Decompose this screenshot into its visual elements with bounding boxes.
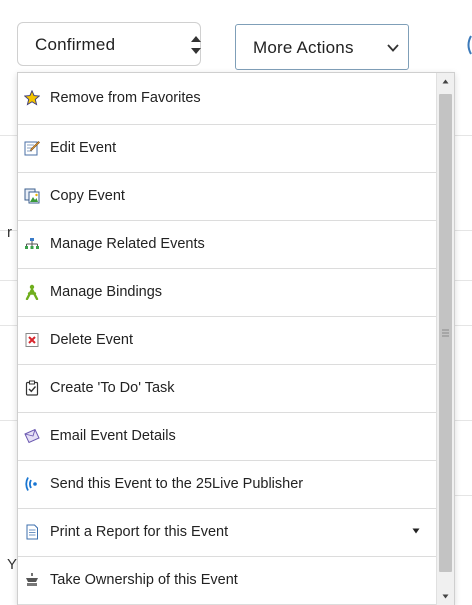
ownership-icon xyxy=(26,572,38,586)
bg-divider xyxy=(0,420,17,421)
scroll-down-arrow-icon[interactable] xyxy=(437,588,454,605)
bg-divider xyxy=(455,230,472,231)
menu-item-label: Email Event Details xyxy=(50,427,176,444)
partial-edge-icon xyxy=(467,35,472,55)
status-select-value: Confirmed xyxy=(35,35,116,54)
menu-item-copy-event[interactable]: Copy Event xyxy=(18,173,436,221)
menu-item-label: Remove from Favorites xyxy=(50,89,201,106)
edit-icon xyxy=(24,140,40,155)
menu-item-label: Print a Report for this Event xyxy=(50,523,229,540)
menu-item-label: Send this Event to the 25Live Publisher xyxy=(50,475,304,492)
bg-divider xyxy=(455,420,472,421)
chevron-down-icon xyxy=(387,44,399,52)
more-actions-label: More Actions xyxy=(253,38,354,57)
bg-divider xyxy=(0,135,17,136)
menu-item-label: Edit Event xyxy=(50,139,117,156)
menu-item-take-ownership[interactable]: Take Ownership of this Event xyxy=(18,557,436,605)
menu-item-edit-event[interactable]: Edit Event xyxy=(18,125,436,173)
menu-item-email-event-details[interactable]: Email Event Details xyxy=(18,413,436,461)
report-icon xyxy=(26,524,38,539)
hierarchy-icon xyxy=(25,237,39,249)
bg-divider xyxy=(455,280,472,281)
bindings-icon xyxy=(25,284,39,300)
todo-icon xyxy=(25,380,39,396)
menu-item-label: Manage Bindings xyxy=(50,283,163,300)
menu-item-label: Copy Event xyxy=(50,187,125,204)
menu-item-label: Take Ownership of this Event xyxy=(50,571,238,588)
more-actions-button[interactable]: More Actions xyxy=(235,24,409,70)
menu-item-remove-favorites[interactable]: Remove from Favorites xyxy=(18,73,436,125)
delete-icon xyxy=(25,332,39,347)
status-select[interactable]: Confirmed xyxy=(17,22,201,66)
select-updown-icon xyxy=(191,36,201,54)
bg-divider xyxy=(0,280,17,281)
broadcast-icon xyxy=(25,476,37,491)
menu-item-label: Manage Related Events xyxy=(50,235,205,252)
scroll-grip-icon xyxy=(442,329,449,337)
email-icon xyxy=(24,428,40,443)
scroll-up-arrow-icon[interactable] xyxy=(437,73,454,90)
caret-down-icon xyxy=(412,528,420,533)
menu-item-label: Delete Event xyxy=(50,331,134,348)
menu-list: Remove from Favorites Edit Event Copy Ev… xyxy=(18,73,436,605)
partial-edge-button[interactable] xyxy=(465,33,472,57)
scrollbar-thumb[interactable] xyxy=(439,94,452,572)
menu-scrollbar[interactable] xyxy=(436,73,454,605)
menu-item-send-to-publisher[interactable]: Send this Event to the 25Live Publisher xyxy=(18,461,436,509)
copy-icon xyxy=(24,188,40,203)
menu-item-manage-bindings[interactable]: Manage Bindings xyxy=(18,269,436,317)
bg-divider xyxy=(455,135,472,136)
bg-divider xyxy=(0,325,17,326)
bg-partial-text: r xyxy=(7,224,12,241)
menu-item-create-todo[interactable]: Create 'To Do' Task xyxy=(18,365,436,413)
star-icon xyxy=(24,89,40,106)
menu-item-delete-event[interactable]: Delete Event xyxy=(18,317,436,365)
bg-partial-text: Y xyxy=(7,556,18,573)
menu-item-label: Create 'To Do' Task xyxy=(50,379,175,396)
bg-divider xyxy=(455,495,472,496)
bg-divider xyxy=(455,325,472,326)
menu-item-manage-related-events[interactable]: Manage Related Events xyxy=(18,221,436,269)
more-actions-menu: Remove from Favorites Edit Event Copy Ev… xyxy=(17,72,455,605)
menu-item-print-report[interactable]: Print a Report for this Event xyxy=(18,509,436,557)
